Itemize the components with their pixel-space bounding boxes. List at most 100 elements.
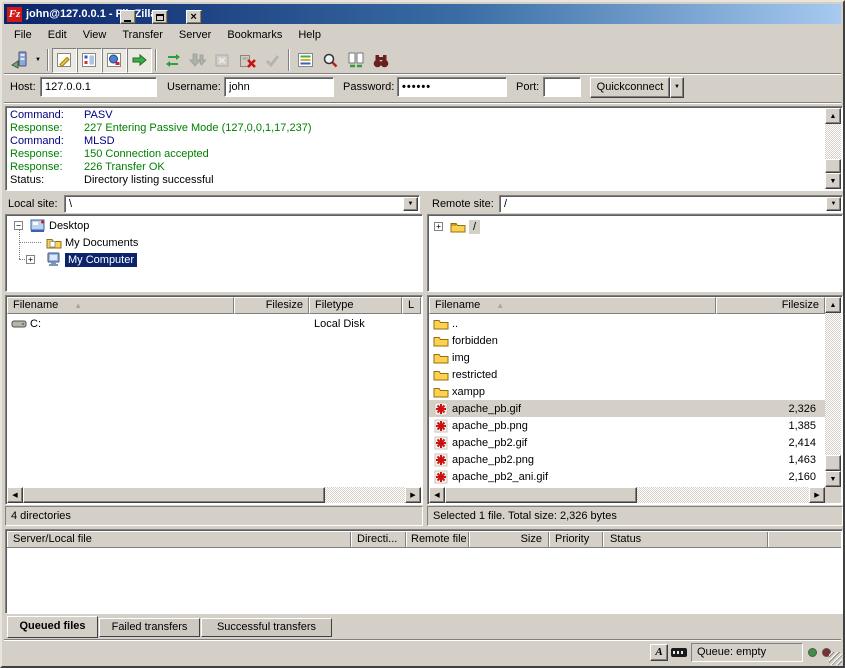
menu-bookmarks[interactable]: Bookmarks xyxy=(219,27,290,43)
column-header-last-modified[interactable]: L xyxy=(402,297,421,314)
compare-directories-button[interactable] xyxy=(343,48,368,73)
remote-horizontal-scrollbar[interactable]: ◀ ▶ xyxy=(429,487,825,503)
column-header-direction[interactable]: Directi... xyxy=(357,533,397,545)
site-manager-dropdown[interactable]: ▼ xyxy=(32,48,44,73)
column-divider[interactable] xyxy=(602,532,604,547)
scroll-left-button[interactable]: ◀ xyxy=(429,487,445,503)
column-divider[interactable] xyxy=(405,532,407,547)
remote-site-dropdown[interactable]: ▼ xyxy=(826,197,841,211)
column-divider[interactable] xyxy=(767,532,769,547)
title-bar[interactable]: Fz john@127.0.0.1 - FileZilla × xyxy=(4,4,841,24)
menu-help[interactable]: Help xyxy=(290,27,329,43)
file-row[interactable]: apache_pb.png 1,385 xyxy=(429,417,826,434)
local-tree[interactable]: − Desktop My Documents + My Computer xyxy=(5,214,423,292)
reconnect-button[interactable] xyxy=(260,48,285,73)
menu-file[interactable]: File xyxy=(6,27,40,43)
column-header-priority[interactable]: Priority xyxy=(555,533,589,545)
file-row[interactable]: apache_pb2_ani.gif 2,160 xyxy=(429,468,826,485)
column-header-filename[interactable]: Filename▲ xyxy=(7,297,234,314)
file-row[interactable]: .. xyxy=(429,315,826,332)
scroll-down-button[interactable]: ▼ xyxy=(825,471,841,487)
filter-button[interactable] xyxy=(293,48,318,73)
speed-limit-icon[interactable] xyxy=(671,648,687,657)
refresh-button[interactable] xyxy=(160,48,185,73)
close-button[interactable]: × xyxy=(186,10,202,24)
tab-queued-files[interactable]: Queued files xyxy=(7,616,98,638)
collapse-toggle[interactable]: − xyxy=(14,221,23,230)
transfer-queue[interactable]: Server/Local file Directi... Remote file… xyxy=(5,529,843,614)
column-divider[interactable] xyxy=(350,532,352,547)
menu-edit[interactable]: Edit xyxy=(40,27,75,43)
expand-toggle[interactable]: + xyxy=(26,255,35,264)
scroll-down-button[interactable]: ▼ xyxy=(825,173,841,189)
password-input[interactable]: •••••• xyxy=(397,77,507,97)
scroll-up-button[interactable]: ▲ xyxy=(825,297,841,313)
column-header-filename[interactable]: Filename▲ xyxy=(429,297,716,314)
menu-transfer[interactable]: Transfer xyxy=(114,27,171,43)
toggle-local-tree-button[interactable] xyxy=(77,48,102,73)
scroll-up-button[interactable]: ▲ xyxy=(825,108,841,124)
column-header-remote-file[interactable]: Remote file xyxy=(411,533,467,545)
message-log[interactable]: Command:PASV Response:227 Entering Passi… xyxy=(5,106,843,191)
ascii-transfer-type-icon[interactable]: A xyxy=(650,644,668,661)
toggle-transfer-queue-button[interactable] xyxy=(127,48,152,73)
scroll-right-button[interactable]: ▶ xyxy=(809,487,825,503)
scrollbar-thumb[interactable] xyxy=(825,455,841,471)
username-input[interactable]: john xyxy=(224,77,334,97)
quickconnect-button[interactable]: Quickconnect xyxy=(590,77,670,98)
remote-file-list[interactable]: Filename▲ Filesize .. forbidden img rest… xyxy=(427,295,843,505)
tree-item-my-computer[interactable]: My Computer xyxy=(46,251,137,268)
disconnect-button[interactable] xyxy=(235,48,260,73)
local-file-list[interactable]: Filename▲ Filesize Filetype L C: Local D… xyxy=(5,295,423,505)
quickconnect-dropdown[interactable]: ▼ xyxy=(670,77,684,98)
synchronized-browsing-button[interactable] xyxy=(368,48,393,73)
file-row[interactable]: C: Local Disk xyxy=(7,315,407,332)
local-site-combo[interactable]: \ ▼ xyxy=(64,195,420,213)
file-row[interactable]: restricted xyxy=(429,366,826,383)
log-vertical-scrollbar[interactable]: ▲ ▼ xyxy=(825,108,841,189)
column-header-size[interactable]: Size xyxy=(470,533,542,545)
app-icon[interactable]: Fz xyxy=(7,7,22,22)
file-row-selected[interactable]: apache_pb.gif 2,326 xyxy=(429,400,826,417)
column-divider[interactable] xyxy=(548,532,550,547)
file-row[interactable]: img xyxy=(429,349,826,366)
expand-toggle[interactable]: + xyxy=(434,222,443,231)
tab-successful-transfers[interactable]: Successful transfers xyxy=(201,618,332,637)
remote-site-combo[interactable]: / ▼ xyxy=(499,195,843,213)
toggle-message-log-button[interactable] xyxy=(52,48,77,73)
column-header-status[interactable]: Status xyxy=(610,533,641,545)
remote-vertical-scrollbar[interactable]: ▲ ▼ xyxy=(825,297,841,487)
scroll-left-button[interactable]: ◀ xyxy=(7,487,23,503)
toggle-remote-tree-button[interactable] xyxy=(102,48,127,73)
site-manager-button[interactable] xyxy=(7,48,32,73)
tree-item-desktop[interactable]: Desktop xyxy=(30,217,89,234)
maximize-button[interactable] xyxy=(152,10,168,24)
file-row[interactable]: forbidden xyxy=(429,332,826,349)
search-button[interactable] xyxy=(318,48,343,73)
local-horizontal-scrollbar[interactable]: ◀ ▶ xyxy=(7,487,421,503)
local-site-dropdown[interactable]: ▼ xyxy=(403,197,418,211)
file-row[interactable]: xampp xyxy=(429,383,826,400)
cancel-operation-button[interactable] xyxy=(210,48,235,73)
scrollbar-thumb[interactable] xyxy=(825,159,841,173)
host-input[interactable]: 127.0.0.1 xyxy=(40,77,157,97)
tree-item-my-documents[interactable]: My Documents xyxy=(46,234,138,251)
scroll-right-button[interactable]: ▶ xyxy=(405,487,421,503)
column-header-server-local-file[interactable]: Server/Local file xyxy=(13,533,92,545)
column-header-filesize[interactable]: Filesize xyxy=(234,297,309,314)
column-header-filesize[interactable]: Filesize xyxy=(716,297,825,314)
scrollbar-thumb[interactable] xyxy=(23,487,325,503)
file-row[interactable]: apache_pb2.png 1,463 xyxy=(429,451,826,468)
minimize-button[interactable] xyxy=(120,10,136,24)
tab-failed-transfers[interactable]: Failed transfers xyxy=(99,618,200,637)
menu-view[interactable]: View xyxy=(75,27,115,43)
column-header-filetype[interactable]: Filetype xyxy=(309,297,402,314)
remote-tree[interactable]: + / xyxy=(427,214,843,292)
tree-item-root[interactable]: / xyxy=(450,218,480,235)
menu-server[interactable]: Server xyxy=(171,27,219,43)
port-input[interactable] xyxy=(543,77,581,97)
process-queue-button[interactable] xyxy=(185,48,210,73)
scrollbar-thumb[interactable] xyxy=(445,487,637,503)
resize-grip[interactable] xyxy=(829,652,842,665)
file-row[interactable]: apache_pb2.gif 2,414 xyxy=(429,434,826,451)
